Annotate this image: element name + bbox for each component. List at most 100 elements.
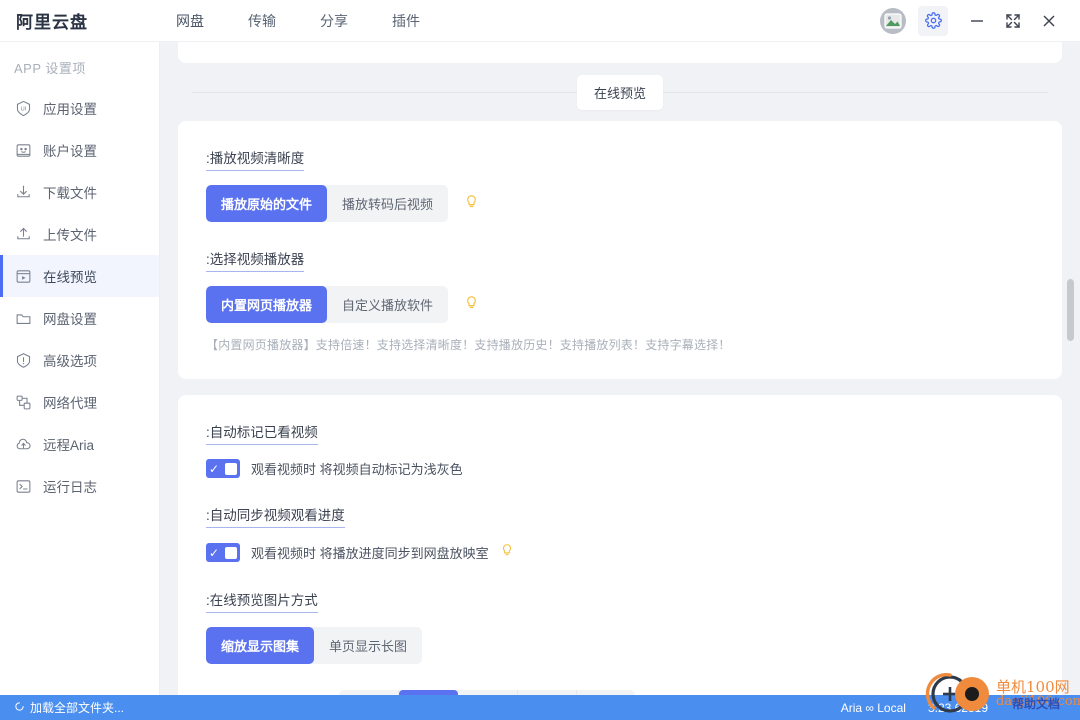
ui-settings-icon: UI (14, 99, 32, 117)
status-loading: 加载全部文件夹... (14, 699, 124, 716)
field-image-preview-mode: :在线预览图片方式 缩放显示图集 单页显示长图 (206, 589, 1034, 664)
status-loading-text: 加载全部文件夹... (30, 701, 125, 715)
maximize-icon (1006, 13, 1020, 28)
sidebar-item-label: 应用设置 (43, 102, 97, 117)
network-icon (14, 393, 32, 411)
sidebar-item-label: 网络代理 (43, 396, 97, 411)
content-scrollbar[interactable] (1067, 279, 1074, 341)
toggle-auto-mark-watched[interactable]: ✓ (206, 459, 240, 478)
card-playback-settings: :播放视频清晰度 播放原始的文件 播放转码后视频:选择视频播放器 内置网页播放… (178, 121, 1062, 379)
lightbulb-icon[interactable] (464, 193, 479, 215)
section-divider-label: 在线预览 (576, 74, 663, 110)
preview-icon (14, 267, 32, 285)
sidebar-item-pan-settings[interactable]: 网盘设置 (0, 297, 159, 339)
app-window: 阿里云盘 网盘 传输 分享 插件 APP 设置项 UI 应用设置 账户设置 下载… (0, 0, 1080, 720)
field-video-player: :选择视频播放器 内置网页播放器 自定义播放软件 【内置网页播放器】支持倍速！支… (206, 248, 1034, 353)
field-sync-progress: :自动同步视频观看进度 ✓ 观看视频时 将播放进度同步到网盘放映室 (206, 504, 1034, 563)
status-aria-label: Aria ∞ Local (840, 700, 906, 715)
field-label: :选择视频播放器 (206, 248, 305, 272)
minimize-button[interactable] (960, 6, 994, 36)
sidebar-item-label: 上传文件 (43, 228, 97, 243)
seg-option-transcoded[interactable]: 播放转码后视频 (327, 185, 448, 222)
previous-card-bottom (178, 42, 1062, 63)
gear-icon (924, 12, 942, 29)
sidebar-item-network-proxy[interactable]: 网络代理 (0, 381, 159, 423)
terminal-icon (14, 477, 32, 495)
player-hint-text: 【内置网页播放器】支持倍速！支持选择清晰度！支持播放历史！支持播放列表！支持字幕… (206, 338, 731, 352)
field-auto-mark-watched: :自动标记已看视频 ✓ 观看视频时 将视频自动标记为浅灰色 (206, 421, 1034, 478)
nav-item-plugin[interactable]: 插件 (390, 7, 422, 35)
upload-icon (14, 225, 32, 243)
nav-item-share[interactable]: 分享 (318, 7, 350, 35)
close-icon (1043, 15, 1055, 26)
field-label: :自动同步视频观看进度 (206, 504, 345, 528)
seg-option-builtin-player[interactable]: 内置网页播放器 (206, 286, 328, 323)
sidebar-item-label: 网盘设置 (43, 312, 97, 327)
title-bar: 阿里云盘 网盘 传输 分享 插件 (0, 0, 1080, 42)
segmented-video-player: 内置网页播放器 自定义播放软件 (206, 286, 449, 323)
toggle-knob (225, 546, 237, 559)
sidebar-item-label: 在线预览 (43, 270, 97, 285)
seg-option-custom-player[interactable]: 自定义播放软件 (327, 286, 448, 323)
main-body: APP 设置项 UI 应用设置 账户设置 下载文件 上传文件 在线预览 网盘设置… (0, 42, 1080, 695)
sidebar-item-label: 高级选项 (43, 354, 97, 369)
toggle-label: 观看视频时 将播放进度同步到网盘放映室 (251, 546, 489, 561)
content-area: 在线预览 :播放视频清晰度 播放原始的文件 播放转码后视频:选择视频播放器 内… (160, 42, 1080, 695)
top-navigation: 网盘 传输 分享 插件 (174, 7, 422, 35)
loading-spinner-icon (14, 701, 25, 715)
sidebar-item-advanced[interactable]: 高级选项 (0, 339, 159, 381)
sidebar-item-account-settings[interactable]: 账户设置 (0, 129, 159, 171)
toggle-row-auto-mark: ✓ 观看视频时 将视频自动标记为浅灰色 (206, 459, 1034, 478)
maximize-button[interactable] (996, 6, 1030, 36)
status-version: 3.23.62819 (927, 700, 988, 715)
seg-option-single-long-image[interactable]: 单页显示长图 (314, 627, 422, 664)
check-icon: ✓ (209, 461, 220, 476)
section-divider: 在线预览 (178, 63, 1062, 121)
seg-option-original[interactable]: 播放原始的文件 (206, 185, 328, 222)
nav-item-transfer[interactable]: 传输 (246, 7, 278, 35)
account-icon (14, 141, 32, 159)
sidebar-item-remote-aria[interactable]: 远程Aria (0, 423, 159, 465)
lightbulb-icon[interactable] (500, 542, 514, 563)
close-button[interactable] (1032, 6, 1066, 36)
field-label: :在线预览图片方式 (206, 589, 318, 613)
toggle-knob (225, 462, 237, 475)
status-right: Aria ∞ Local 3.23.62819 (841, 701, 1066, 715)
check-icon: ✓ (209, 545, 220, 560)
avatar[interactable] (880, 7, 906, 34)
card-preview-settings: :自动标记已看视频 ✓ 观看视频时 将视频自动标记为浅灰色 :自动同步视频观看进… (178, 395, 1062, 695)
svg-text:UI: UI (20, 106, 26, 112)
cloud-icon (14, 435, 32, 453)
segmented-video-quality: 播放原始的文件 播放转码后视频 (206, 185, 449, 222)
toggle-label: 观看视频时 将视频自动标记为浅灰色 (251, 462, 463, 477)
sidebar-item-download[interactable]: 下载文件 (0, 171, 159, 213)
app-brand: 阿里云盘 (16, 13, 88, 32)
sidebar-item-label: 下载文件 (43, 186, 97, 201)
content-inner: 在线预览 :播放视频清晰度 播放原始的文件 播放转码后视频:选择视频播放器 内… (160, 42, 1080, 695)
sidebar-title: APP 设置项 (14, 61, 86, 76)
minimize-icon (971, 19, 983, 22)
sidebar-item-upload[interactable]: 上传文件 (0, 213, 159, 255)
seg-option-zoom-gallery[interactable]: 缩放显示图集 (206, 627, 315, 664)
nav-item-pan[interactable]: 网盘 (174, 7, 206, 35)
status-bar: 加载全部文件夹... Aria ∞ Local 3.23.62819 (0, 695, 1080, 720)
field-label: :自动标记已看视频 (206, 421, 318, 445)
toggle-row-sync-progress: ✓ 观看视频时 将播放进度同步到网盘放映室 (206, 542, 1034, 563)
sidebar-item-label: 运行日志 (43, 480, 97, 495)
toggle-sync-progress[interactable]: ✓ (206, 543, 240, 562)
field-video-quality: :播放视频清晰度 播放原始的文件 播放转码后视频 (206, 147, 1034, 222)
settings-button[interactable] (918, 5, 948, 36)
sidebar-item-label: 远程Aria (43, 438, 95, 453)
lightbulb-icon[interactable] (464, 294, 479, 316)
field-label: :播放视频清晰度 (206, 147, 305, 171)
sidebar-item-run-log[interactable]: 运行日志 (0, 465, 159, 507)
sidebar-item-online-preview[interactable]: 在线预览 (0, 255, 159, 297)
sidebar-item-app-settings[interactable]: UI 应用设置 (0, 87, 159, 129)
warning-icon (14, 351, 32, 369)
segmented-image-preview-mode: 缩放显示图集 单页显示长图 (206, 627, 423, 664)
download-icon (14, 183, 32, 201)
